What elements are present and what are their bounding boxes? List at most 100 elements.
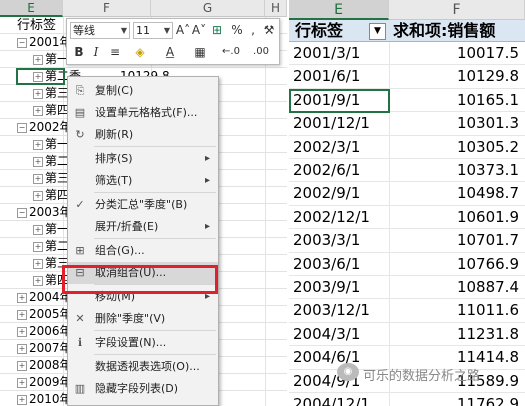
- fill-color-icon[interactable]: ◈: [127, 43, 153, 61]
- value-cell[interactable]: 10373.1: [457, 159, 519, 182]
- row-label-cell[interactable]: + 第四: [33, 102, 69, 119]
- menu-item-sort[interactable]: 排序(S) ▸: [68, 148, 218, 170]
- row-label-cell[interactable]: 2003/6/1: [293, 253, 360, 276]
- accounting-format-icon[interactable]: ⊞: [209, 21, 225, 39]
- row-label-cell[interactable]: 2001/3/1: [293, 42, 360, 65]
- font-color-icon[interactable]: A: [157, 43, 183, 61]
- row-label-cell[interactable]: +2008年: [17, 357, 72, 374]
- row-label-cell[interactable]: +2005年: [17, 306, 72, 323]
- align-center-icon[interactable]: ≡: [107, 43, 123, 61]
- row-label-cell[interactable]: −2001年: [17, 34, 72, 51]
- bold-button[interactable]: B: [71, 43, 87, 61]
- row-label-cell[interactable]: + 第三: [33, 170, 69, 187]
- font-size-box[interactable]: 11 ▼: [133, 22, 173, 39]
- expand-icon[interactable]: +: [33, 191, 43, 201]
- expand-icon[interactable]: +: [33, 55, 43, 65]
- percent-icon[interactable]: %: [229, 21, 245, 39]
- value-cell[interactable]: 10165.1: [457, 89, 519, 112]
- expand-icon[interactable]: +: [33, 259, 43, 269]
- row-label-cell[interactable]: 2003/3/1: [293, 229, 360, 252]
- value-cell[interactable]: 10129.8: [457, 65, 519, 88]
- expand-icon[interactable]: +: [33, 174, 43, 184]
- expand-icon[interactable]: +: [17, 293, 27, 303]
- expand-icon[interactable]: +: [17, 344, 27, 354]
- increase-decimal-icon[interactable]: ←.0: [217, 43, 245, 61]
- column-header-f[interactable]: F: [63, 0, 151, 17]
- row-label-cell[interactable]: +2006年: [17, 323, 72, 340]
- menu-item-subtotal[interactable]: ✓ 分类汇总"季度"(B): [68, 194, 218, 216]
- menu-item-copy[interactable]: ⎘ 复制(C): [68, 80, 218, 102]
- expand-icon[interactable]: +: [33, 225, 43, 235]
- menu-item-format-cells[interactable]: ▤ 设置单元格格式(F)...: [68, 102, 218, 124]
- expand-icon[interactable]: +: [33, 242, 43, 252]
- expand-icon[interactable]: +: [17, 395, 27, 405]
- row-label-cell[interactable]: + 第一: [33, 51, 69, 68]
- value-cell[interactable]: 10887.4: [457, 276, 519, 299]
- row-label-cell[interactable]: + 第二: [33, 153, 69, 170]
- expand-icon[interactable]: +: [33, 276, 43, 286]
- collapse-icon[interactable]: −: [17, 208, 27, 218]
- row-label-cell[interactable]: +2009年: [17, 374, 72, 391]
- menu-item-delete-field[interactable]: ✕ 删除"季度"(V): [68, 308, 218, 330]
- increase-font-icon[interactable]: A˄: [175, 21, 191, 39]
- collapse-icon[interactable]: −: [17, 38, 27, 48]
- menu-item-refresh[interactable]: ↻ 刷新(R): [68, 124, 218, 146]
- menu-item-expand-collapse[interactable]: 展开/折叠(E) ▸: [68, 216, 218, 238]
- menu-item-filter[interactable]: 筛选(T) ▸: [68, 170, 218, 192]
- row-label-cell[interactable]: +2007年: [17, 340, 72, 357]
- expand-icon[interactable]: +: [17, 378, 27, 388]
- row-label-cell[interactable]: + 第一: [33, 136, 69, 153]
- value-cell[interactable]: 10601.9: [457, 206, 519, 229]
- row-labels-header[interactable]: 行标签: [295, 20, 343, 42]
- value-cell[interactable]: 10766.9: [457, 253, 519, 276]
- expand-icon[interactable]: +: [17, 361, 27, 371]
- row-label-cell[interactable]: + 第二: [33, 238, 69, 255]
- expand-icon[interactable]: +: [33, 157, 43, 167]
- row-label-cell[interactable]: + 第一: [33, 221, 69, 238]
- menu-item-pivot-options[interactable]: 数据透视表选项(O)...: [68, 356, 218, 378]
- row-label-cell[interactable]: 2004/12/1: [293, 393, 370, 406]
- menu-item-hide-field-list[interactable]: ▥ 隐藏字段列表(D): [68, 378, 218, 400]
- row-label-cell[interactable]: + 第三: [33, 85, 69, 102]
- value-cell[interactable]: 10305.2: [457, 136, 519, 159]
- expand-icon[interactable]: +: [17, 310, 27, 320]
- row-label-cell[interactable]: 2003/9/1: [293, 276, 360, 299]
- menu-item-field-settings[interactable]: ℹ 字段设置(N)...: [68, 332, 218, 354]
- italic-button[interactable]: I: [89, 43, 103, 61]
- value-cell[interactable]: 10017.5: [457, 42, 519, 65]
- value-cell[interactable]: 11231.8: [457, 323, 519, 346]
- menu-item-group[interactable]: ⊞ 组合(G)...: [68, 240, 218, 262]
- row-label-cell[interactable]: 2003/12/1: [293, 299, 370, 322]
- column-header-f[interactable]: F: [389, 0, 525, 20]
- filter-dropdown-icon[interactable]: ▼: [369, 23, 386, 40]
- expand-icon[interactable]: +: [33, 106, 43, 116]
- value-cell[interactable]: 10701.7: [457, 229, 519, 252]
- row-labels-header[interactable]: 行标签: [17, 17, 56, 34]
- row-label-cell[interactable]: + 第四: [33, 187, 69, 204]
- row-label-cell[interactable]: 2002/6/1: [293, 159, 360, 182]
- decrease-decimal-icon[interactable]: .00: [247, 43, 275, 61]
- value-cell[interactable]: 11762.9: [457, 393, 519, 406]
- value-cell[interactable]: 10498.7: [457, 182, 519, 205]
- row-label-cell[interactable]: 2002/9/1: [293, 182, 360, 205]
- expand-icon[interactable]: +: [33, 140, 43, 150]
- decrease-font-icon[interactable]: A˅: [191, 21, 207, 39]
- value-cell[interactable]: 11011.6: [457, 299, 519, 322]
- row-label-cell[interactable]: 2002/12/1: [293, 206, 370, 229]
- expand-icon[interactable]: +: [17, 327, 27, 337]
- column-header-e[interactable]: E: [0, 0, 63, 17]
- borders-icon[interactable]: ▦: [187, 43, 213, 61]
- row-label-cell[interactable]: 2001/6/1: [293, 65, 360, 88]
- row-label-cell[interactable]: 2001/12/1: [293, 112, 370, 135]
- value-cell[interactable]: 10301.3: [457, 112, 519, 135]
- row-label-cell[interactable]: 2002/3/1: [293, 136, 360, 159]
- row-label-cell[interactable]: 2004/3/1: [293, 323, 360, 346]
- row-label-cell[interactable]: −2002年: [17, 119, 72, 136]
- font-name-box[interactable]: 等线 ▼: [70, 22, 130, 39]
- row-label-cell[interactable]: −2003年: [17, 204, 72, 221]
- comma-style-icon[interactable]: ,: [247, 21, 259, 39]
- expand-icon[interactable]: +: [33, 89, 43, 99]
- column-header-e[interactable]: E: [289, 0, 389, 20]
- row-label-cell[interactable]: +2010年: [17, 391, 72, 406]
- collapse-icon[interactable]: −: [17, 123, 27, 133]
